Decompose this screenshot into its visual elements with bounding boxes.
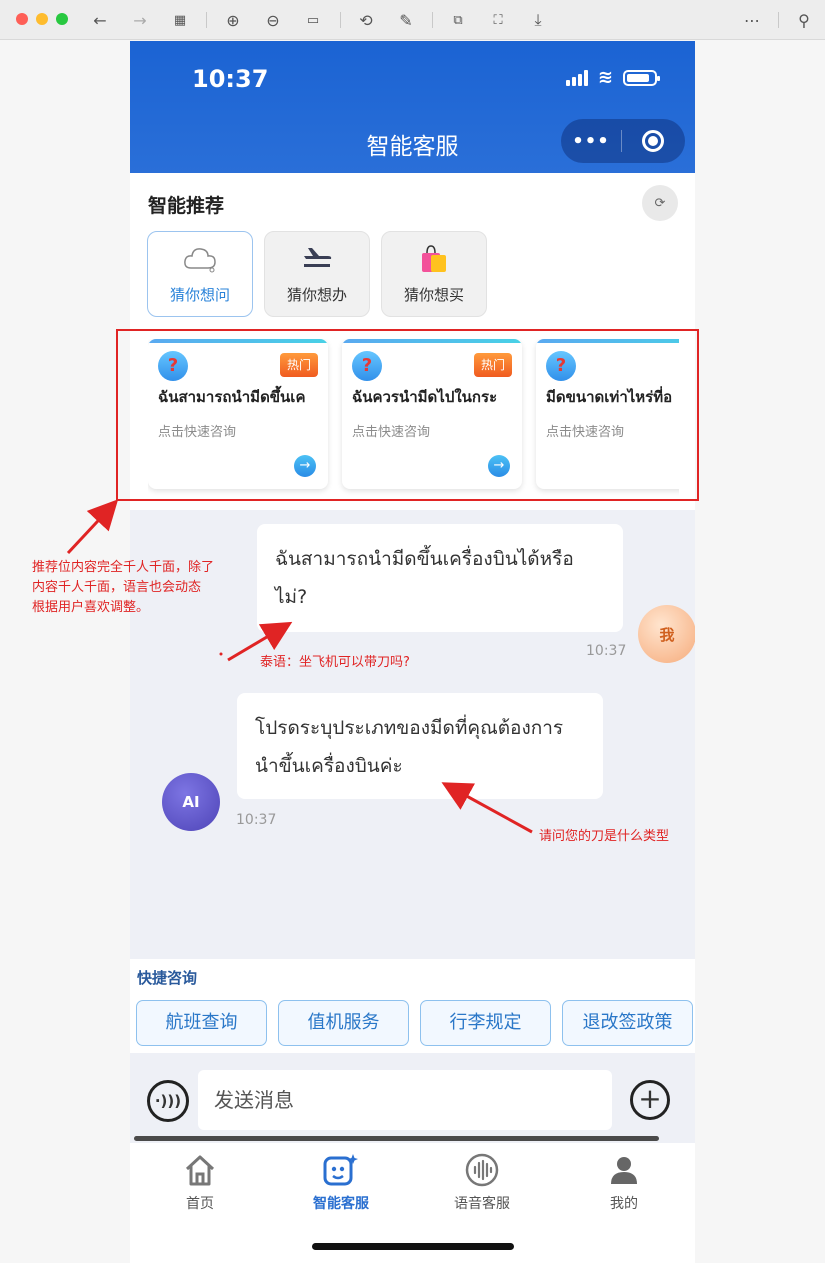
annotation-arrows <box>66 499 533 834</box>
